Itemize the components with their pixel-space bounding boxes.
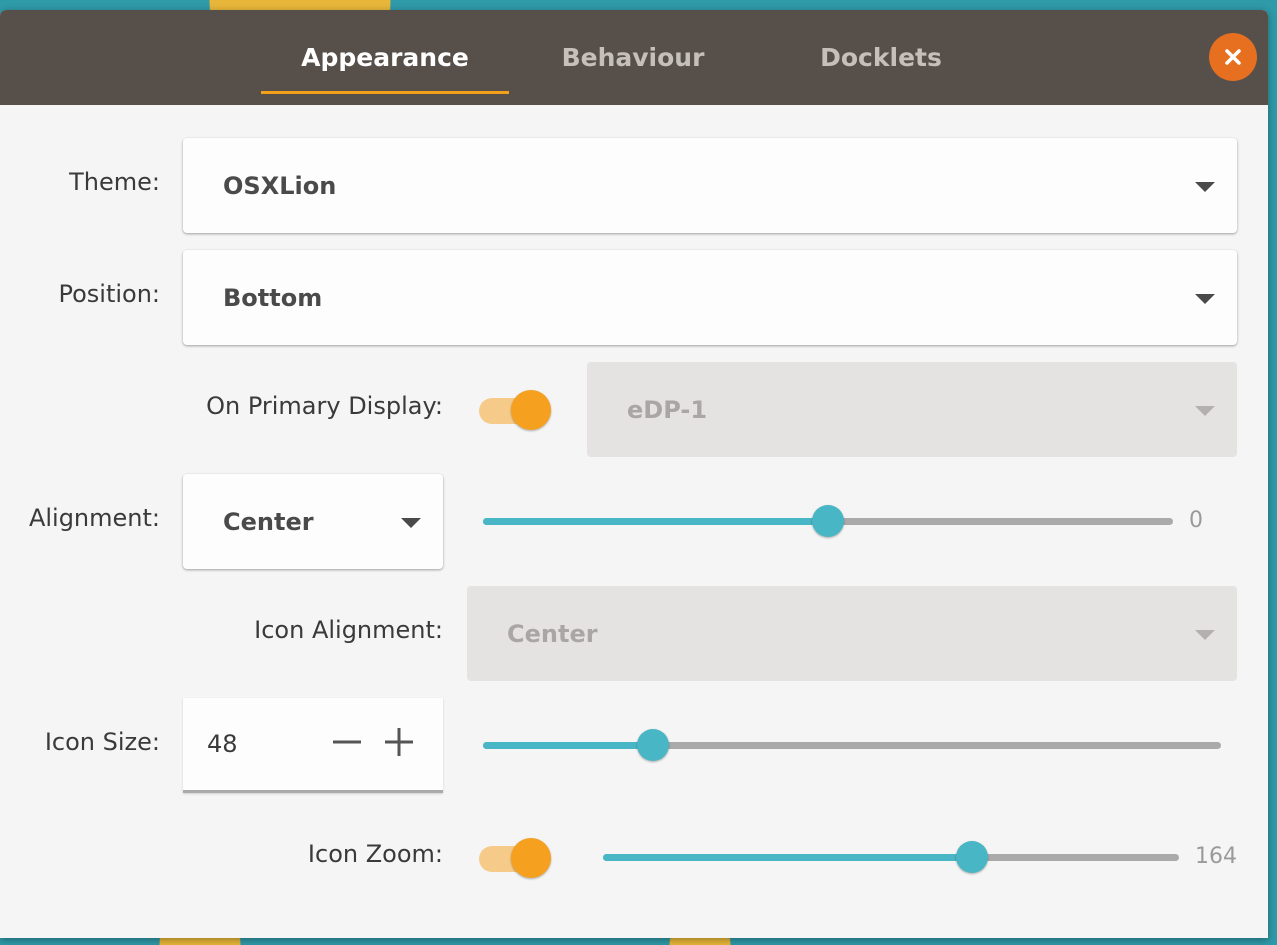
position-dropdown[interactable]: Bottom: [183, 250, 1237, 345]
alignment-label: Alignment:: [28, 504, 160, 532]
chevron-down-icon: [1195, 629, 1215, 640]
position-label: Position:: [58, 280, 160, 308]
chevron-down-icon: [1195, 405, 1215, 416]
close-icon: [1225, 49, 1241, 65]
slider-fill: [483, 742, 653, 749]
header-bar: Appearance Behaviour Docklets: [0, 10, 1268, 105]
slider-fill: [603, 854, 972, 861]
minus-icon: [333, 740, 361, 744]
icon-alignment-value: Center: [507, 619, 598, 648]
icon-zoom-switch[interactable]: [479, 838, 559, 878]
theme-label: Theme:: [69, 168, 160, 196]
slider-fill: [483, 518, 828, 525]
chevron-down-icon: [1195, 293, 1215, 304]
position-value: Bottom: [223, 283, 323, 312]
theme-value: OSXLion: [223, 171, 337, 200]
tab-behaviour[interactable]: Behaviour: [509, 10, 757, 105]
preferences-window: Appearance Behaviour Docklets Theme: OSX…: [0, 10, 1268, 938]
monitor-value: eDP-1: [627, 395, 708, 424]
slider-thumb[interactable]: [636, 729, 669, 761]
offset-slider[interactable]: [483, 504, 1173, 538]
slider-thumb[interactable]: [812, 505, 844, 537]
theme-dropdown[interactable]: OSXLion: [183, 138, 1237, 233]
close-button[interactable]: [1209, 33, 1257, 81]
tab-appearance[interactable]: Appearance: [261, 10, 509, 105]
minus-button[interactable]: [331, 726, 363, 758]
icon-size-value: 48: [207, 730, 238, 758]
icon-zoom-label: Icon Zoom:: [307, 840, 443, 868]
icon-zoom-value: 164: [1195, 844, 1237, 869]
icon-size-slider[interactable]: [483, 728, 1221, 762]
alignment-dropdown[interactable]: Center: [183, 474, 443, 569]
alignment-value: Center: [223, 507, 314, 536]
monitor-dropdown: eDP-1: [587, 362, 1237, 457]
tab-docklets[interactable]: Docklets: [757, 10, 1005, 105]
icon-zoom-slider[interactable]: [603, 840, 1179, 874]
primary-display-label: On Primary Display:: [206, 392, 443, 420]
chevron-down-icon: [401, 517, 421, 528]
switch-knob: [511, 838, 551, 878]
switch-knob: [511, 390, 551, 430]
plus-button[interactable]: [383, 726, 415, 758]
chevron-down-icon: [1195, 181, 1215, 192]
icon-size-label: Icon Size:: [44, 728, 160, 756]
icon-alignment-dropdown: Center: [467, 586, 1237, 681]
slider-thumb[interactable]: [955, 841, 988, 873]
primary-display-switch[interactable]: [479, 390, 559, 430]
icon-size-spinbutton[interactable]: 48: [183, 698, 443, 793]
plus-icon: [385, 728, 413, 756]
icon-alignment-label: Icon Alignment:: [254, 616, 443, 644]
offset-value: 0: [1189, 508, 1203, 533]
